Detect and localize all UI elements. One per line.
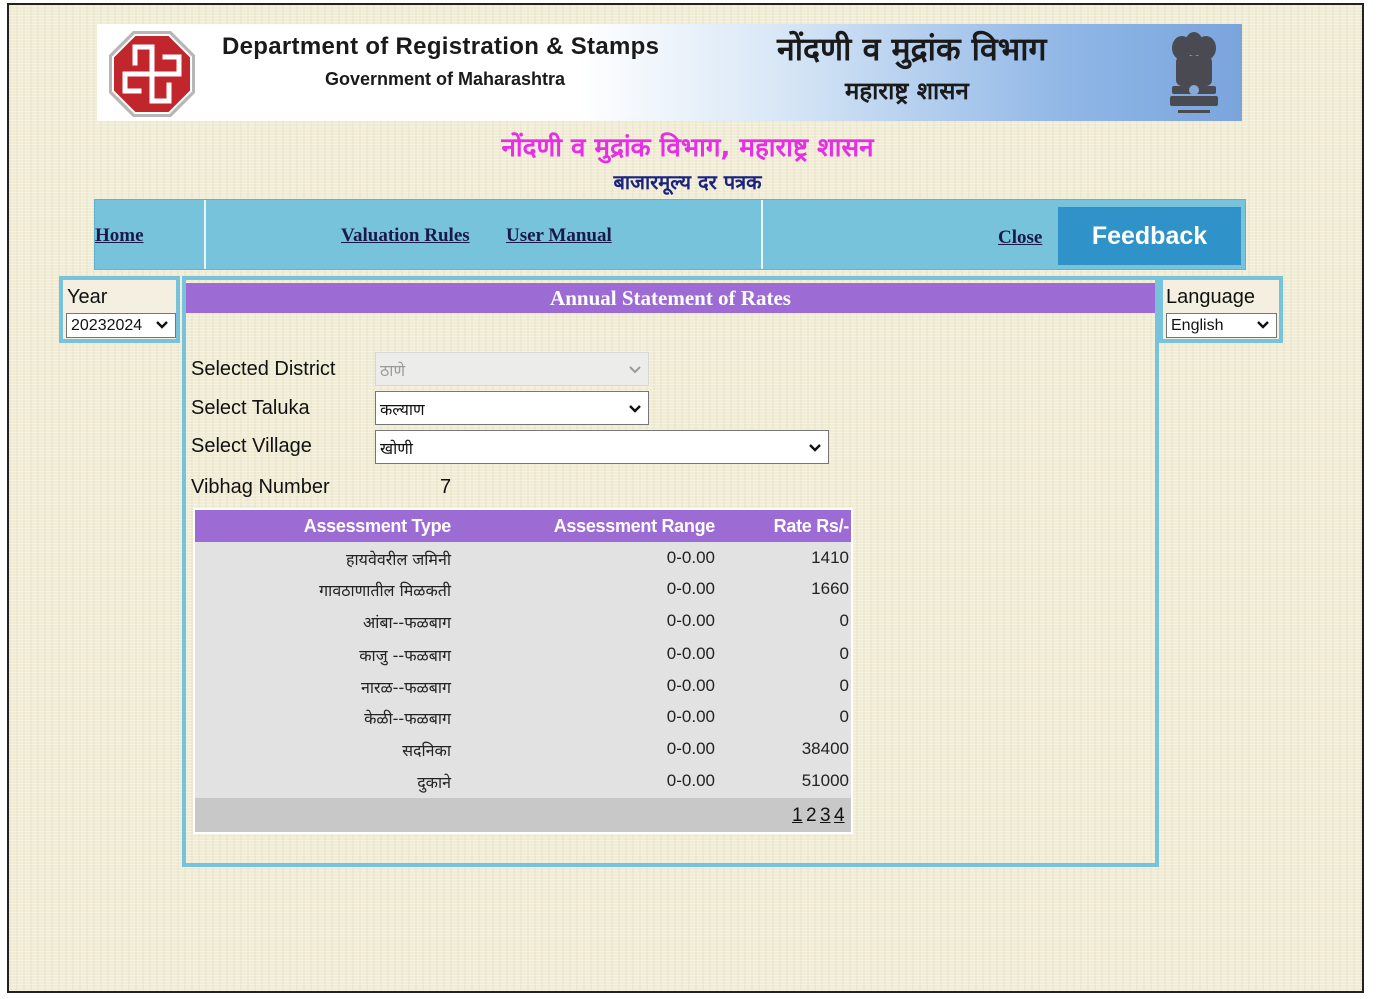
- cell-assessment-type: हायवेवरील जमिनी: [346, 550, 451, 569]
- rates-panel: Annual Statement of Rates Selected Distr…: [182, 276, 1159, 867]
- nav-divider: [204, 200, 206, 269]
- language-select-value: English: [1171, 317, 1224, 334]
- header-banner: Department of Registration & Stamps Gove…: [97, 24, 1242, 121]
- page-subtitle: बाजारमूल्य दर पत्रक: [613, 170, 762, 194]
- vibhag-value: 7: [440, 476, 452, 498]
- cell-assessment-range: 0-0.00: [666, 707, 715, 726]
- gov-name-en: Government of Maharashtra: [325, 69, 566, 89]
- district-select-value: ठाणे: [380, 361, 406, 380]
- nav-close-link[interactable]: Close: [998, 227, 1042, 249]
- district-label: Selected District: [191, 358, 336, 380]
- cell-rate: 0: [839, 644, 849, 663]
- cell-rate: 38400: [801, 739, 849, 758]
- nav-user-manual-link[interactable]: User Manual: [506, 225, 612, 247]
- cell-rate: 1660: [811, 579, 849, 598]
- taluka-label: Select Taluka: [191, 397, 310, 419]
- language-panel: Language English: [1159, 276, 1283, 343]
- cell-assessment-type: केळी--फळबाग: [364, 709, 451, 728]
- chevron-down-icon: [629, 405, 641, 413]
- col-header-rate: Rate Rs/-: [773, 516, 850, 536]
- chevron-down-icon: [1257, 321, 1269, 329]
- page-link-1[interactable]: 1: [792, 805, 803, 827]
- nav-bar: Home Valuation Rules User Manual Close F…: [94, 199, 1246, 270]
- table-row: काजु --फळबाग 0-0.00 0: [195, 638, 851, 670]
- cell-assessment-range: 0-0.00: [666, 548, 715, 567]
- dept-name-en: Department of Registration & Stamps: [222, 33, 660, 60]
- panel-heading: Annual Statement of Rates: [186, 283, 1155, 313]
- year-label: Year: [67, 286, 108, 308]
- cell-assessment-type: गावठाणातील मिळकती: [319, 581, 451, 600]
- taluka-select-value: कल्याण: [380, 400, 425, 419]
- page-current-2: 2: [806, 805, 817, 826]
- cell-assessment-type: काजु --फळबाग: [359, 646, 451, 665]
- page-link-3[interactable]: 3: [820, 805, 831, 827]
- chevron-down-icon: [629, 366, 641, 374]
- cell-assessment-type: नारळ--फळबाग: [360, 678, 451, 697]
- table-header-row: Assessment Type Assessment Range Rate Rs…: [195, 510, 851, 542]
- village-select[interactable]: खोणी: [375, 430, 829, 464]
- language-label: Language: [1166, 286, 1255, 308]
- rates-table: Assessment Type Assessment Range Rate Rs…: [193, 508, 853, 834]
- cell-rate: 51000: [801, 771, 849, 790]
- table-pager: 1 2 3 4: [195, 798, 851, 832]
- chevron-down-icon: [156, 321, 168, 329]
- nav-divider: [761, 200, 763, 269]
- cell-rate: 0: [839, 676, 849, 695]
- cell-rate: 0: [839, 611, 849, 630]
- cell-assessment-range: 0-0.00: [666, 644, 715, 663]
- gov-name-mr: महाराष्ट्र शासन: [845, 77, 969, 105]
- table-row: गावठाणातील मिळकती 0-0.00 1660: [195, 573, 851, 605]
- ashoka-emblem-icon: [1170, 32, 1218, 113]
- dept-name-mr: नोंदणी व मुद्रांक विभाग: [777, 30, 1047, 68]
- year-panel: Year 20232024: [59, 276, 180, 343]
- cell-assessment-range: 0-0.00: [666, 611, 715, 630]
- page-frame: Department of Registration & Stamps Gove…: [7, 3, 1364, 993]
- nav-home-link[interactable]: Home: [95, 225, 144, 247]
- cell-assessment-range: 0-0.00: [666, 771, 715, 790]
- village-label: Select Village: [191, 435, 312, 457]
- cell-assessment-type: दुकाने: [417, 773, 451, 792]
- vibhag-label: Vibhag Number: [191, 476, 330, 498]
- cell-assessment-type: आंबा--फळबाग: [363, 613, 451, 632]
- year-select[interactable]: 20232024: [66, 313, 176, 338]
- table-row: सदनिका 0-0.00 38400: [195, 733, 851, 765]
- year-select-value: 20232024: [71, 317, 143, 334]
- language-select[interactable]: English: [1166, 313, 1277, 338]
- cell-assessment-type: सदनिका: [402, 741, 451, 760]
- table-row: दुकाने 0-0.00 51000: [195, 765, 851, 797]
- table-row: नारळ--फळबाग 0-0.00 0: [195, 670, 851, 702]
- cell-assessment-range: 0-0.00: [666, 739, 715, 758]
- chevron-down-icon: [809, 444, 821, 452]
- page-link-4[interactable]: 4: [834, 805, 845, 827]
- col-header-assessment-range: Assessment Range: [553, 516, 716, 536]
- cell-assessment-range: 0-0.00: [666, 676, 715, 695]
- page-title: नोंदणी व मुद्रांक विभाग, महाराष्ट्र शासन: [501, 133, 874, 163]
- cell-rate: 1410: [811, 548, 849, 567]
- col-header-assessment-type: Assessment Type: [303, 516, 452, 536]
- feedback-button[interactable]: Feedback: [1058, 207, 1241, 265]
- cell-assessment-range: 0-0.00: [666, 579, 715, 598]
- table-row: हायवेवरील जमिनी 0-0.00 1410: [195, 542, 851, 574]
- cell-rate: 0: [839, 707, 849, 726]
- table-row: केळी--फळबाग 0-0.00 0: [195, 701, 851, 733]
- igr-swastik-logo-icon: [109, 31, 195, 117]
- table-row: आंबा--फळबाग 0-0.00 0: [195, 605, 851, 637]
- village-select-value: खोणी: [380, 439, 413, 458]
- taluka-select[interactable]: कल्याण: [375, 391, 649, 425]
- district-select: ठाणे: [375, 352, 649, 386]
- nav-valuation-rules-link[interactable]: Valuation Rules: [341, 225, 470, 247]
